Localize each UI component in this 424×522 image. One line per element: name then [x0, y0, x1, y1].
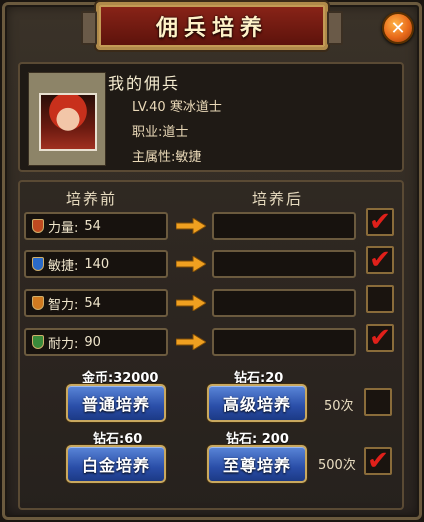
page-title: 佣兵培养	[155, 15, 268, 41]
batch-50-label: 50次	[324, 399, 354, 414]
stat-value: 90	[84, 334, 101, 350]
advanced-train-button[interactable]: 高级培养	[207, 384, 307, 422]
stat-after-box	[212, 212, 356, 240]
stat-before-box: 力量: 54	[24, 212, 168, 240]
batch-500-checkbox[interactable]: ✔	[364, 447, 392, 475]
stat-row: 智力: 54	[24, 285, 404, 317]
platinum-train-button[interactable]: 白金培养	[66, 445, 166, 483]
stat-checkbox[interactable]: ✔	[366, 246, 394, 274]
shield-icon	[32, 257, 44, 271]
check-icon: ✔	[369, 207, 391, 237]
mercenary-main-attr: 主属性:敏捷	[132, 150, 202, 165]
check-icon: ✔	[369, 245, 391, 275]
mercenary-profession: 职业:道士	[132, 125, 189, 140]
batch-50-checkbox[interactable]	[364, 388, 392, 416]
check-icon: ✔	[367, 446, 389, 476]
arrow-right-icon	[176, 295, 206, 311]
arrow-right-icon	[176, 218, 206, 234]
arrow-right-icon	[176, 334, 206, 350]
close-button[interactable]: ✕	[382, 12, 414, 44]
stat-row: 敏捷: 140 ✔	[24, 246, 404, 278]
arrow-right-icon	[176, 256, 206, 272]
shield-icon	[32, 296, 44, 310]
normal-train-button[interactable]: 普通培养	[66, 384, 166, 422]
close-icon: ✕	[390, 17, 406, 39]
stat-checkbox[interactable]: ✔	[366, 208, 394, 236]
batch-500-label: 500次	[318, 458, 356, 473]
stat-label: 耐力:	[48, 336, 79, 352]
mercenary-level-class: LV.40 寒冰道士	[132, 100, 222, 115]
stat-checkbox[interactable]: ✔	[366, 324, 394, 352]
check-icon: ✔	[369, 323, 391, 353]
mercenary-name: 我的佣兵	[108, 74, 181, 93]
supreme-train-button[interactable]: 至尊培养	[207, 445, 307, 483]
column-header-before: 培养前	[66, 190, 118, 208]
shield-icon	[32, 335, 44, 349]
stat-before-box: 耐力: 90	[24, 328, 168, 356]
stat-after-box	[212, 289, 356, 317]
stat-row: 力量: 54 ✔	[24, 208, 404, 240]
stat-value: 54	[84, 295, 101, 311]
mercenary-info-card: 我的佣兵 LV.40 寒冰道士 职业:道士 主属性:敏捷	[18, 62, 404, 172]
stat-before-box: 敏捷: 140	[24, 250, 168, 278]
stat-checkbox[interactable]	[366, 285, 394, 313]
stat-before-box: 智力: 54	[24, 289, 168, 317]
stat-row: 耐力: 90 ✔	[24, 324, 404, 356]
stat-label: 智力:	[48, 297, 79, 313]
title-banner: 佣兵培养	[81, 2, 343, 50]
column-header-after: 培养后	[252, 190, 304, 208]
stat-value: 140	[84, 256, 110, 272]
stat-after-box	[212, 250, 356, 278]
avatar[interactable]	[39, 93, 97, 151]
shield-icon	[32, 219, 44, 233]
stat-label: 力量:	[48, 220, 79, 236]
avatar-frame	[28, 72, 106, 166]
stat-after-box	[212, 328, 356, 356]
stat-value: 54	[84, 218, 101, 234]
stat-label: 敏捷:	[48, 258, 79, 274]
